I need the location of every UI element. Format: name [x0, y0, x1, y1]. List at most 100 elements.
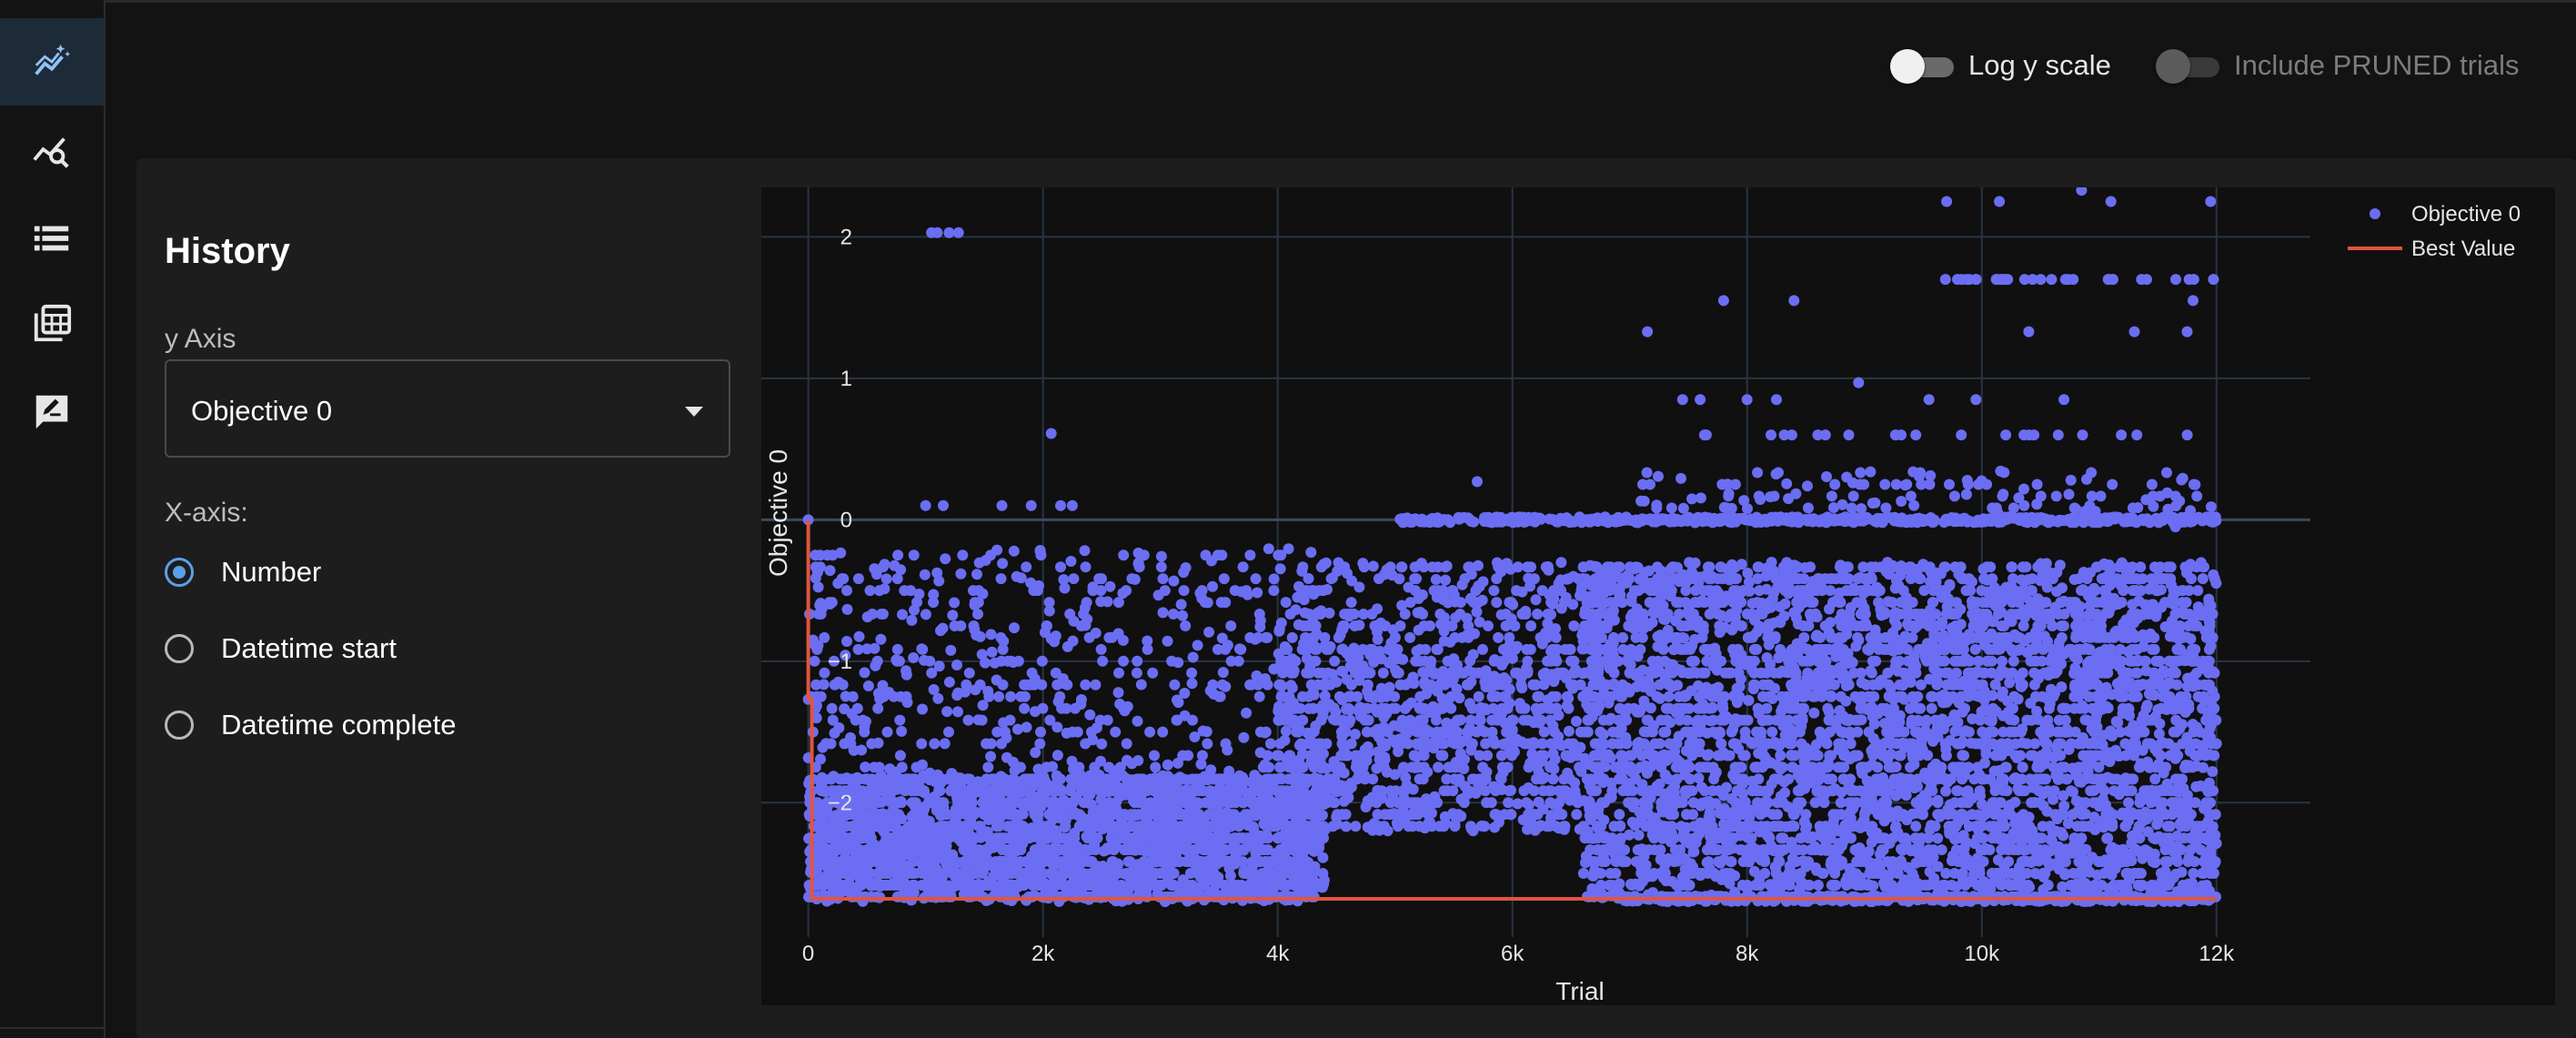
data-point: [1297, 761, 1309, 773]
data-point: [911, 761, 922, 773]
data-point: [875, 633, 887, 645]
nav-table-button[interactable]: [0, 280, 104, 368]
data-point: [1275, 549, 1287, 561]
data-point: [1288, 702, 1300, 714]
history-chart[interactable]: 0 2k 4k 6k 8k 10k 12k210−1−2 Trial Objective 0…: [761, 187, 2555, 1005]
nav-analytics-button[interactable]: [0, 107, 104, 195]
data-point: [815, 844, 827, 856]
data-point: [1155, 561, 1167, 573]
data-point: [1215, 847, 1227, 859]
data-point: [1298, 594, 1310, 606]
data-point: [1280, 856, 1292, 868]
data-point: [986, 646, 998, 658]
data-point: [977, 805, 989, 817]
data-point: [881, 844, 893, 856]
data-point: [961, 679, 972, 690]
data-point: [1289, 801, 1301, 813]
data-point: [1122, 776, 1133, 788]
radio-unchecked-icon[interactable]: [165, 710, 194, 740]
data-point: [1331, 786, 1343, 798]
data-point: [1107, 856, 1119, 868]
radio-checked-icon[interactable]: [165, 558, 194, 587]
data-point: [908, 652, 920, 663]
data-point: [1391, 738, 1403, 750]
data-point: [1414, 655, 1425, 667]
data-point: [1496, 679, 1508, 690]
data-point: [840, 821, 852, 832]
x-axis-option-datetime-start[interactable]: Datetime start: [165, 632, 397, 665]
data-point: [1373, 573, 1384, 585]
data-point: [1152, 880, 1164, 891]
data-point: [1406, 719, 1418, 731]
data-point: [1008, 657, 1019, 668]
data-point: [1525, 620, 1537, 631]
log-y-scale-toggle[interactable]: Log y scale: [1890, 47, 2111, 84]
data-point: [1068, 615, 1080, 627]
data-point: [1019, 773, 1031, 785]
data-point: [1536, 773, 1548, 785]
data-point: [1412, 809, 1424, 821]
data-point: [1011, 809, 1022, 821]
data-point: [1418, 750, 1430, 761]
data-point: [1026, 822, 1038, 834]
data-point: [1180, 620, 1192, 631]
data-point: [1430, 574, 1442, 585]
data-point: [1463, 665, 1474, 677]
data-point: [1353, 620, 1365, 631]
data-point: [1420, 643, 1432, 655]
data-point: [1196, 785, 1208, 797]
data-point: [1171, 773, 1182, 785]
data-point: [908, 549, 920, 561]
data-point: [1187, 832, 1199, 844]
include-pruned-toggle[interactable]: Include PRUNED trials: [2156, 47, 2520, 84]
include-pruned-switch[interactable]: [2156, 47, 2221, 84]
data-point: [1444, 761, 1456, 773]
data-point: [1079, 602, 1091, 613]
data-point: [1521, 643, 1533, 655]
data-point: [1429, 791, 1441, 802]
data-point: [1547, 720, 1559, 731]
data-point: [1131, 667, 1142, 679]
data-point: [1058, 574, 1070, 586]
data-point: [1258, 761, 1270, 773]
data-point: [969, 884, 981, 896]
radio-unchecked-icon[interactable]: [165, 634, 194, 663]
data-point: [1244, 679, 1256, 690]
data-point: [1178, 585, 1190, 597]
data-point: [1241, 707, 1253, 719]
data-point: [1104, 580, 1116, 592]
data-point: [1249, 770, 1261, 781]
nav-history-button[interactable]: [0, 18, 104, 106]
data-point: [1332, 818, 1343, 830]
data-point: [943, 726, 954, 738]
data-point: [862, 680, 874, 691]
data-point: [1553, 731, 1565, 742]
data-point: [1055, 561, 1066, 573]
data-point: [1542, 561, 1554, 572]
data-point: [917, 703, 928, 715]
data-point: [1049, 859, 1061, 871]
x-axis-option-datetime-complete[interactable]: Datetime complete: [165, 709, 456, 741]
log-y-scale-switch[interactable]: [1890, 47, 1956, 84]
x-axis-option-number[interactable]: Number: [165, 556, 321, 589]
data-point: [985, 549, 996, 561]
data-point: [860, 844, 872, 856]
data-point: [1309, 861, 1321, 872]
data-point: [920, 609, 931, 620]
nav-list-button[interactable]: [0, 195, 104, 282]
data-point: [1284, 750, 1296, 761]
data-point: [917, 856, 929, 868]
data-point: [1065, 556, 1077, 567]
caret-down-icon: [685, 407, 703, 417]
data-point: [1067, 797, 1079, 809]
y-axis-select[interactable]: Objective 0: [165, 359, 730, 458]
data-point: [1475, 820, 1487, 831]
data-point: [906, 868, 918, 879]
data-point: [981, 830, 992, 841]
data-point: [1345, 738, 1357, 750]
data-point: [1157, 868, 1169, 879]
nav-note-button[interactable]: [0, 368, 104, 455]
data-point: [916, 643, 928, 655]
data-point: [1563, 573, 1575, 585]
data-point: [1529, 824, 1541, 836]
